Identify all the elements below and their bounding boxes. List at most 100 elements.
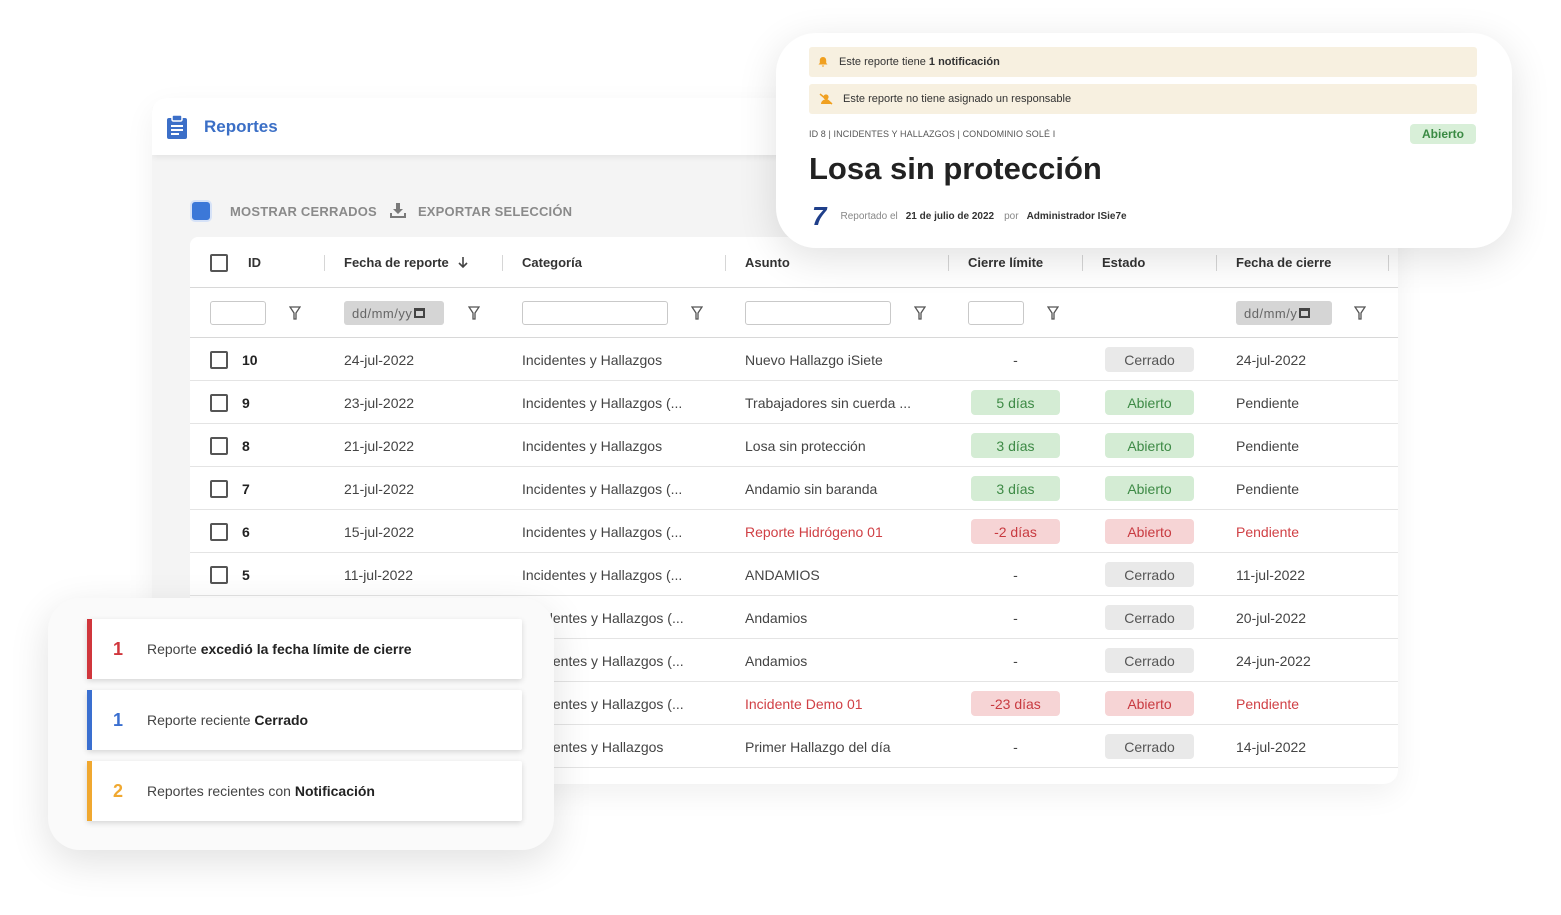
row-fecha: 21-jul-2022 (344, 437, 415, 454)
row-fecha: 23-jul-2022 (344, 394, 415, 411)
row-categoria: Incidentes y Hallazgos (522, 437, 663, 454)
fecha-cierre-filter[interactable]: dd/mm/y (1236, 301, 1332, 325)
row-checkbox[interactable] (210, 436, 228, 455)
no-user-icon (819, 93, 833, 105)
row-asunto[interactable]: Reporte Hidrógeno 01 (745, 510, 883, 553)
row-categoria: identes y Hallazgos (... (542, 652, 684, 669)
row-fecha: 21-jul-2022 (344, 480, 415, 497)
row-categoria: Incidentes y Hallazgos (... (522, 566, 683, 583)
row-fecha: 24-jul-2022 (344, 351, 415, 368)
deadline-badge: 3 días (971, 433, 1060, 458)
clipboard-icon (166, 113, 188, 140)
report-byline: 7 Reportado el 21 de julio de 2022 por A… (812, 200, 1127, 231)
row-asunto[interactable]: Andamios (745, 639, 807, 682)
col-fecha-reporte[interactable]: Fecha de reporte (344, 237, 469, 288)
row-asunto[interactable]: Trabajadores sin cuerda ... (745, 381, 911, 424)
row-fecha-cierre: 24-jul-2022 (1236, 351, 1307, 368)
deadline-badge: 5 días (971, 390, 1060, 415)
row-checkbox[interactable] (210, 522, 228, 541)
report-meta: ID 8 | INCIDENTES Y HALLAZGOS | CONDOMIN… (809, 129, 1056, 139)
notifications-card: 1 Reporte excedió la fecha límite de cie… (48, 598, 554, 850)
row-checkbox[interactable] (210, 479, 228, 498)
row-cierre: - (1013, 652, 1018, 669)
export-selection-button[interactable]: EXPORTAR SELECCIÓN (418, 204, 572, 219)
report-date: 21 de julio de 2022 (905, 210, 995, 222)
cierre-filter-input[interactable] (968, 301, 1024, 325)
notification-item[interactable]: 1 Reporte excedió la fecha límite de cie… (87, 619, 522, 679)
fecha-reporte-filter[interactable]: dd/mm/yy (344, 301, 444, 325)
calendar-icon[interactable] (414, 308, 426, 318)
row-asunto[interactable]: ANDAMIOS (745, 553, 820, 596)
row-checkbox[interactable] (210, 393, 228, 412)
status-badge: Cerrado (1105, 648, 1194, 673)
filter-icon[interactable] (691, 306, 703, 320)
row-asunto[interactable]: Nuevo Hallazgo iSiete (745, 338, 883, 381)
col-id[interactable]: ID (248, 237, 261, 288)
row-id: 8 (242, 437, 250, 454)
status-badge: Abierto (1105, 390, 1194, 415)
status-badge: Cerrado (1105, 605, 1194, 630)
report-author: Administrador ISie7e (1026, 210, 1127, 222)
row-categoria: Incidentes y Hallazgos (522, 351, 663, 368)
row-categoria: Incidentes y Hallazgos (... (522, 523, 683, 540)
notification-count: 2 (113, 780, 124, 801)
categoria-filter-input[interactable] (522, 301, 668, 325)
show-closed-label[interactable]: MOSTRAR CERRADOS (230, 204, 377, 219)
isiete-logo: 7 (812, 200, 827, 231)
row-fecha-cierre: Pendiente (1236, 523, 1300, 540)
row-cierre: - (1013, 738, 1018, 755)
table-row[interactable]: 6 15-jul-2022 Incidentes y Hallazgos (..… (190, 510, 1398, 553)
filter-icon[interactable] (1354, 306, 1366, 320)
notification-count: 1 (113, 638, 124, 659)
status-badge: Abierto (1105, 519, 1194, 544)
status-badge: Abierto (1105, 433, 1194, 458)
row-fecha-cierre: Pendiente (1236, 394, 1300, 411)
table-row[interactable]: 8 21-jul-2022 Incidentes y Hallazgos Los… (190, 424, 1398, 467)
notification-item[interactable]: 2 Reportes recientes con Notificación (87, 761, 522, 821)
row-fecha: 15-jul-2022 (344, 523, 415, 540)
col-categoria[interactable]: Categoría (522, 237, 582, 288)
asunto-filter-input[interactable] (745, 301, 891, 325)
row-categoria: Incidentes y Hallazgos (... (522, 394, 683, 411)
select-all-checkbox[interactable] (210, 253, 228, 272)
report-detail-card: Este reporte tiene 1 notificación Este r… (776, 33, 1512, 248)
status-badge: Cerrado (1105, 734, 1194, 759)
table-row[interactable]: 10 24-jul-2022 Incidentes y Hallazgos Nu… (190, 338, 1398, 381)
row-cierre: - (1013, 351, 1018, 368)
col-asunto[interactable]: Asunto (745, 237, 790, 288)
filter-icon[interactable] (914, 306, 926, 320)
show-closed-toggle[interactable] (190, 200, 212, 222)
row-checkbox[interactable] (210, 565, 228, 584)
row-asunto[interactable]: Andamio sin baranda (745, 467, 877, 510)
row-fecha-cierre: Pendiente (1236, 480, 1300, 497)
table-row[interactable]: 7 21-jul-2022 Incidentes y Hallazgos (..… (190, 467, 1398, 510)
filter-icon[interactable] (468, 306, 480, 320)
notification-count: 1 (113, 709, 124, 730)
calendar-icon[interactable] (1299, 308, 1311, 318)
filter-icon[interactable] (289, 306, 301, 320)
row-asunto[interactable]: Losa sin protección (745, 424, 866, 467)
row-checkbox[interactable] (210, 350, 228, 369)
row-id: 5 (242, 566, 250, 583)
table-row[interactable]: 5 11-jul-2022 Incidentes y Hallazgos (..… (190, 553, 1398, 596)
row-asunto[interactable]: Primer Hallazgo del día (745, 725, 891, 768)
id-filter-input[interactable] (210, 301, 266, 325)
table-row[interactable]: 9 23-jul-2022 Incidentes y Hallazgos (..… (190, 381, 1398, 424)
row-asunto[interactable]: Incidente Demo 01 (745, 682, 863, 725)
sort-down-icon[interactable] (457, 256, 469, 269)
status-badge: Cerrado (1105, 562, 1194, 587)
row-asunto[interactable]: Andamios (745, 596, 807, 639)
notification-item[interactable]: 1 Reporte reciente Cerrado (87, 690, 522, 750)
row-fecha-cierre: Pendiente (1236, 695, 1300, 712)
row-cierre: - (1013, 566, 1018, 583)
bell-icon (817, 56, 829, 68)
deadline-badge: -2 días (971, 519, 1060, 544)
row-fecha-cierre: 24-jun-2022 (1236, 652, 1311, 669)
filter-icon[interactable] (1047, 306, 1059, 320)
row-categoria: identes y Hallazgos (542, 738, 664, 755)
row-id: 6 (242, 523, 250, 540)
download-icon[interactable] (389, 202, 407, 220)
row-id: 9 (242, 394, 250, 411)
status-badge: Abierto (1105, 476, 1194, 501)
app-title: Reportes (204, 116, 278, 136)
